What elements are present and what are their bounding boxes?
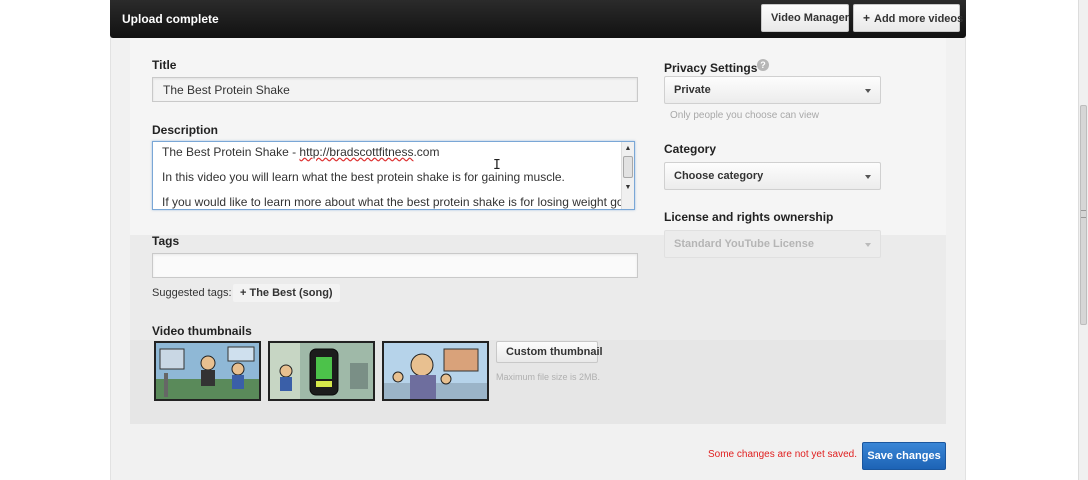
- title-label: Title: [152, 58, 177, 72]
- save-changes-button[interactable]: Save changes: [862, 442, 946, 470]
- video-manager-button[interactable]: Video Manager: [761, 4, 849, 32]
- scroll-up-arrow-icon[interactable]: ▲: [622, 143, 634, 155]
- description-line-2: In this video you will learn what the be…: [162, 170, 565, 184]
- custom-thumbnail-button[interactable]: Custom thumbnail: [496, 341, 603, 363]
- thumbnail-option-1[interactable]: [154, 341, 261, 401]
- chevron-down-icon: [865, 89, 871, 93]
- help-icon[interactable]: ?: [757, 59, 769, 71]
- description-link[interactable]: http://bradscottfitness: [299, 145, 413, 159]
- privacy-selected-value: Private: [674, 84, 711, 96]
- description-label: Description: [152, 123, 219, 137]
- thumbnail-option-3[interactable]: [382, 341, 489, 401]
- upload-status: Upload complete: [122, 12, 219, 26]
- text-cursor-icon: I: [493, 158, 501, 173]
- max-file-size-note: Maximum file size is 2MB.: [496, 372, 601, 382]
- category-label: Category: [664, 142, 717, 156]
- license-label: License and rights ownership: [664, 210, 834, 224]
- tags-input[interactable]: [152, 253, 638, 278]
- unsaved-changes-message: Some changes are not yet saved.: [708, 449, 857, 460]
- thumbnails-label: Video thumbnails: [152, 324, 252, 338]
- scroll-down-arrow-icon[interactable]: ▼: [622, 182, 634, 194]
- license-select[interactable]: Standard YouTube License: [664, 230, 881, 258]
- thumbnail-option-2[interactable]: [268, 341, 375, 401]
- add-more-videos-label: Add more videos: [874, 13, 964, 25]
- description-scrollbar[interactable]: ▲ ▼: [621, 142, 634, 209]
- description-line-3: If you would like to learn more about wh…: [162, 195, 635, 209]
- description-scroll-thumb[interactable]: [623, 156, 633, 178]
- category-selected-value: Choose category: [674, 170, 764, 182]
- page-scrollbar-grip: [1081, 210, 1086, 218]
- privacy-select[interactable]: Private: [664, 76, 881, 104]
- chevron-down-icon: [865, 243, 871, 247]
- tags-label: Tags: [152, 234, 180, 248]
- privacy-hint: Only people you choose can view: [670, 110, 819, 121]
- page-scrollbar[interactable]: [1078, 0, 1088, 480]
- title-input[interactable]: The Best Protein Shake: [152, 77, 638, 102]
- category-select[interactable]: Choose category: [664, 162, 881, 190]
- chevron-down-icon: [865, 175, 871, 179]
- license-selected-value: Standard YouTube License: [674, 238, 814, 250]
- plus-icon: +: [863, 11, 871, 25]
- description-line-1: The Best Protein Shake - http://bradscot…: [162, 145, 440, 159]
- suggested-tag-chip[interactable]: + The Best (song): [233, 284, 340, 302]
- privacy-settings-label: Privacy Settings: [664, 61, 758, 75]
- upload-header-bar: Upload complete Video Manager + Add more …: [110, 0, 966, 38]
- add-more-videos-button[interactable]: + Add more videos: [853, 4, 964, 32]
- suggested-tags-label: Suggested tags:: [152, 287, 232, 299]
- description-textarea[interactable]: The Best Protein Shake - http://bradscot…: [152, 141, 635, 210]
